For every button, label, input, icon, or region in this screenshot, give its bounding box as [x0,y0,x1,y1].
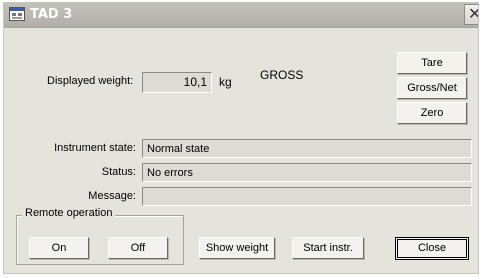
gross-net-button[interactable]: Gross/Net [397,77,467,99]
weight-mode-label: GROSS [260,68,304,82]
start-instr-button[interactable]: Start instr. [292,237,364,259]
terminal-window-icon [9,7,25,21]
title-bar[interactable]: TAD 3 ✕ [4,3,478,28]
status-field: No errors [142,163,472,182]
tad3-dialog-window: TAD 3 ✕ Displayed weight: 10,1 kg GROSS … [3,2,479,274]
close-button[interactable]: Close [395,237,469,260]
remote-operation-legend: Remote operation [22,207,116,219]
instrument-state-label: Instrument state: [54,142,136,154]
message-field [142,187,472,206]
displayed-weight-label: Displayed weight: [47,75,134,87]
window-title: TAD 3 [30,7,73,22]
off-button[interactable]: Off [108,237,168,259]
close-icon[interactable]: ✕ [464,4,478,25]
status-label: Status: [101,166,136,178]
instrument-state-field: Normal state [142,139,472,158]
tare-button[interactable]: Tare [397,52,467,74]
show-weight-button[interactable]: Show weight [199,237,275,259]
weight-unit: kg [219,75,232,89]
zero-button[interactable]: Zero [397,102,467,124]
message-label: Message: [88,190,136,202]
on-button[interactable]: On [29,237,89,259]
weight-value-display: 10,1 [142,72,212,93]
